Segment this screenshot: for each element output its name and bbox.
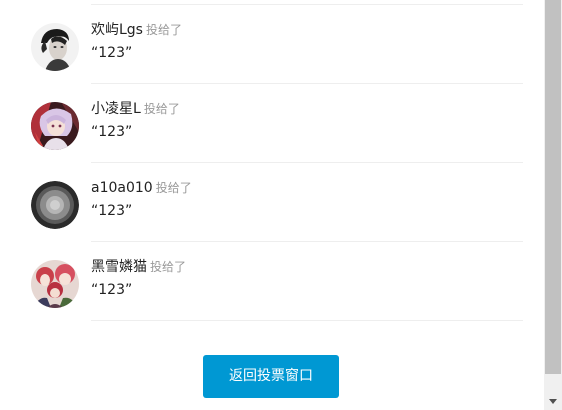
name-line: a10a010 投给了 xyxy=(91,177,192,198)
scrollbar-thumb[interactable] xyxy=(545,0,561,374)
scroll-down-arrow-icon[interactable] xyxy=(544,393,562,410)
divider xyxy=(91,320,523,321)
list-item: 黑雪嫾猫 投给了 “123” xyxy=(0,242,544,321)
back-to-vote-window-button[interactable]: 返回投票窗口 xyxy=(203,355,339,398)
list-item: 小凌星L 投给了 “123” xyxy=(0,84,544,163)
user-name[interactable]: 小凌星L xyxy=(91,101,141,117)
vote-verb: 投给了 xyxy=(145,23,182,37)
list-item: 欢屿Lgs 投给了 “123” xyxy=(0,5,544,84)
name-line: 黑雪嫾猫 投给了 xyxy=(91,256,186,277)
user-name[interactable]: 黑雪嫾猫 xyxy=(91,259,147,275)
anime-group-avatar-icon[interactable] xyxy=(31,260,79,308)
vote-verb: 投给了 xyxy=(150,260,187,274)
name-line: 欢屿Lgs 投给了 xyxy=(91,19,182,40)
vote-choice: “123” xyxy=(91,203,133,219)
speaker-avatar-icon[interactable] xyxy=(31,181,79,229)
vote-results-page: 欢屿Lgs 投给了 “123” 小凌星L 投给了 “123” a10a010 投… xyxy=(0,0,562,410)
vertical-scrollbar[interactable] xyxy=(544,0,562,410)
vote-choice: “123” xyxy=(91,282,133,298)
vote-verb: 投给了 xyxy=(155,181,192,195)
list-item: a10a010 投给了 “123” xyxy=(0,163,544,242)
user-name[interactable]: a10a010 xyxy=(91,180,153,196)
name-line: 小凌星L 投给了 xyxy=(91,98,180,119)
portrait-avatar-icon[interactable] xyxy=(31,23,79,71)
anime-girl-avatar-icon[interactable] xyxy=(31,102,79,150)
user-name[interactable]: 欢屿Lgs xyxy=(91,22,143,38)
vote-choice: “123” xyxy=(91,124,133,140)
vote-choice: “123” xyxy=(91,45,133,61)
vote-verb: 投给了 xyxy=(143,102,180,116)
